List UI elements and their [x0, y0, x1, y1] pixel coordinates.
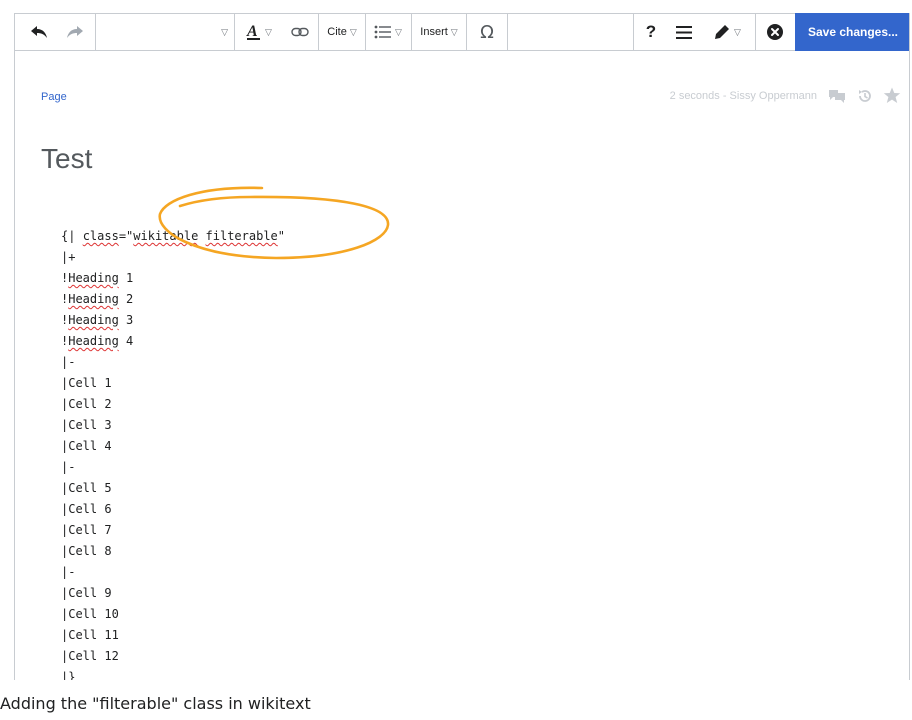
page-meta-actions: 2 seconds - Sissy Oppermann — [670, 87, 901, 104]
chevron-down-icon: ▽ — [265, 26, 272, 37]
link-button[interactable] — [283, 14, 317, 50]
omega-icon: Ω — [480, 21, 494, 43]
text-style-dropdown[interactable]: A ▽ — [237, 14, 281, 50]
star-icon[interactable] — [883, 87, 901, 104]
toolbar-separator — [234, 14, 235, 50]
svg-text:A: A — [246, 23, 258, 40]
link-icon — [291, 27, 309, 37]
chevron-down-icon: ▽ — [734, 26, 741, 37]
code-line: |- — [61, 355, 76, 369]
talk-icon[interactable] — [827, 88, 847, 104]
image-caption: Adding the "filterable" class in wikitex… — [0, 694, 311, 713]
help-icon: ? — [645, 22, 657, 41]
code-line: !Heading 2 — [61, 292, 134, 306]
cite-dropdown[interactable]: Cite ▽ — [319, 14, 365, 50]
help-button[interactable]: ? — [635, 14, 667, 50]
cite-label: Cite — [327, 26, 347, 38]
code-line: |- — [61, 565, 76, 579]
list-dropdown[interactable]: ▽ — [366, 14, 410, 50]
save-changes-button[interactable]: Save changes... — [795, 13, 909, 51]
code-line: |Cell 3 — [61, 418, 112, 432]
code-line: |Cell 5 — [61, 481, 112, 495]
page-meta-row: Page 2 seconds - Sissy Oppermann — [41, 87, 901, 107]
text-style-icon: A — [246, 23, 261, 40]
redo-button[interactable] — [57, 14, 93, 50]
code-line: |Cell 4 — [61, 439, 112, 453]
chevron-down-icon: ▽ — [395, 26, 402, 37]
code-line: !Heading 3 — [61, 313, 134, 327]
chevron-down-icon: ▽ — [221, 26, 228, 37]
insert-label: Insert — [420, 26, 448, 38]
code-line: |Cell 6 — [61, 502, 112, 516]
code-line: |Cell 9 — [61, 586, 112, 600]
toolbar-separator — [633, 14, 634, 50]
toolbar-separator — [755, 14, 756, 50]
menu-icon — [676, 25, 692, 39]
code-line: !Heading 1 — [61, 271, 134, 285]
code-line: |Cell 7 — [61, 523, 112, 537]
insert-dropdown[interactable]: Insert ▽ — [412, 14, 466, 50]
code-line: |} — [61, 670, 76, 680]
paragraph-format-dropdown[interactable]: ▽ — [96, 14, 234, 50]
code-line: |Cell 1 — [61, 376, 112, 390]
undo-icon — [31, 26, 47, 38]
code-line: |Cell 12 — [61, 649, 119, 663]
code-line: |- — [61, 460, 76, 474]
code-line: !Heading 4 — [61, 334, 134, 348]
wikitext-editor[interactable]: {| class="wikitable filterable" |+ !Head… — [61, 226, 285, 680]
page-title: Test — [41, 143, 93, 174]
code-line: |Cell 2 — [61, 397, 112, 411]
toolbar-separator — [507, 14, 508, 50]
special-character-button[interactable]: Ω — [467, 14, 507, 50]
code-line: |Cell 8 — [61, 544, 112, 558]
history-icon[interactable] — [857, 88, 873, 104]
chevron-down-icon: ▽ — [450, 26, 458, 37]
redo-icon — [67, 26, 83, 38]
close-icon — [767, 24, 783, 40]
chevron-down-icon: ▽ — [349, 26, 357, 37]
cancel-button[interactable] — [757, 14, 793, 50]
code-line: |+ — [61, 250, 76, 264]
code-line: |Cell 11 — [61, 628, 119, 642]
editor-frame: ▽ A ▽ Cite ▽ ▽ Insert ▽ Ω ? ▽ Save chang… — [14, 13, 910, 680]
last-edit-info[interactable]: 2 seconds - Sissy Oppermann — [670, 90, 817, 102]
code-line: {| class="wikitable filterable" — [61, 229, 286, 243]
page-link[interactable]: Page — [41, 91, 67, 103]
page-options-button[interactable] — [667, 14, 701, 50]
undo-button[interactable] — [21, 14, 57, 50]
editor-switch-dropdown[interactable]: ▽ — [703, 14, 751, 50]
pencil-icon — [715, 25, 730, 39]
bullet-list-icon — [374, 25, 392, 39]
editor-toolbar: ▽ A ▽ Cite ▽ ▽ Insert ▽ Ω ? ▽ Save chang… — [15, 13, 909, 51]
code-line: |Cell 10 — [61, 607, 119, 621]
